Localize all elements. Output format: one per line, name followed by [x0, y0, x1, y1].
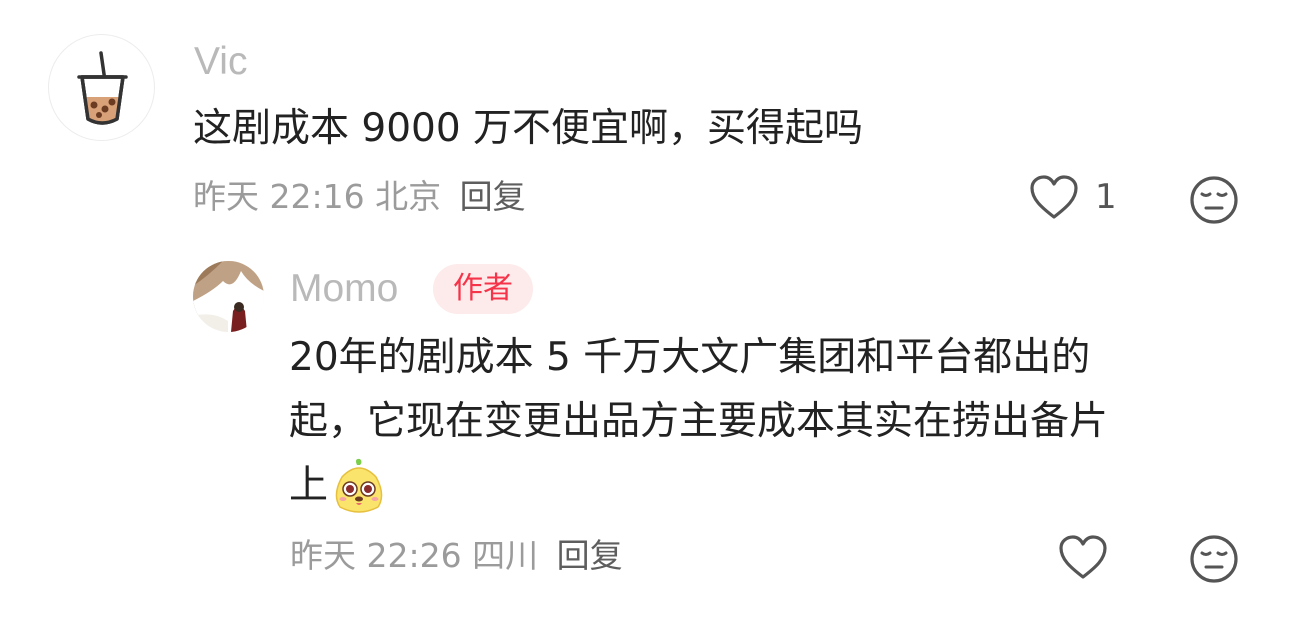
reply-button[interactable]: 回复	[557, 536, 623, 575]
like-button[interactable]: 1	[1029, 174, 1117, 220]
reply-button[interactable]: 回复	[460, 177, 526, 216]
comment-username[interactable]: Vic	[194, 39, 247, 85]
heart-icon	[1059, 535, 1107, 579]
reply-text-line: 上	[289, 463, 329, 508]
reply-text-line: 20年的剧成本 5 千万大文广集团和平台都出的	[289, 335, 1091, 380]
bubble-tea-icon	[77, 51, 128, 125]
heart-icon	[1030, 175, 1078, 219]
avatar[interactable]	[193, 261, 264, 332]
neutral-face-icon	[1190, 535, 1238, 583]
comment-meta: 昨天 22:16 北京 回复	[193, 177, 526, 217]
comment-time: 昨天 22:16	[193, 177, 365, 216]
profile-photo	[193, 261, 264, 332]
reply-time: 昨天 22:26	[290, 536, 462, 575]
like-count: 1	[1095, 177, 1117, 217]
cute-face-emoji-icon	[335, 458, 383, 513]
like-button[interactable]	[1058, 534, 1108, 580]
reply-location: 四川	[472, 536, 539, 575]
emoji-reaction-button[interactable]	[1189, 534, 1239, 584]
reply-meta: 昨天 22:26 四川 回复	[290, 536, 623, 576]
emoji-reaction-button[interactable]	[1189, 175, 1239, 225]
comment-location: 北京	[375, 177, 442, 216]
reply-text: 20年的剧成本 5 千万大文广集团和平台都出的 起，它现在变更出品方主要成本其实…	[289, 326, 1108, 518]
reply-username[interactable]: Momo	[290, 266, 398, 312]
neutral-face-icon	[1190, 176, 1238, 224]
comment-text: 这剧成本 9000 万不便宜啊，买得起吗	[193, 106, 864, 151]
avatar[interactable]	[48, 34, 155, 141]
author-badge: 作者	[433, 264, 533, 314]
reply-text-line: 起，它现在变更出品方主要成本其实在捞出备片	[289, 399, 1109, 444]
